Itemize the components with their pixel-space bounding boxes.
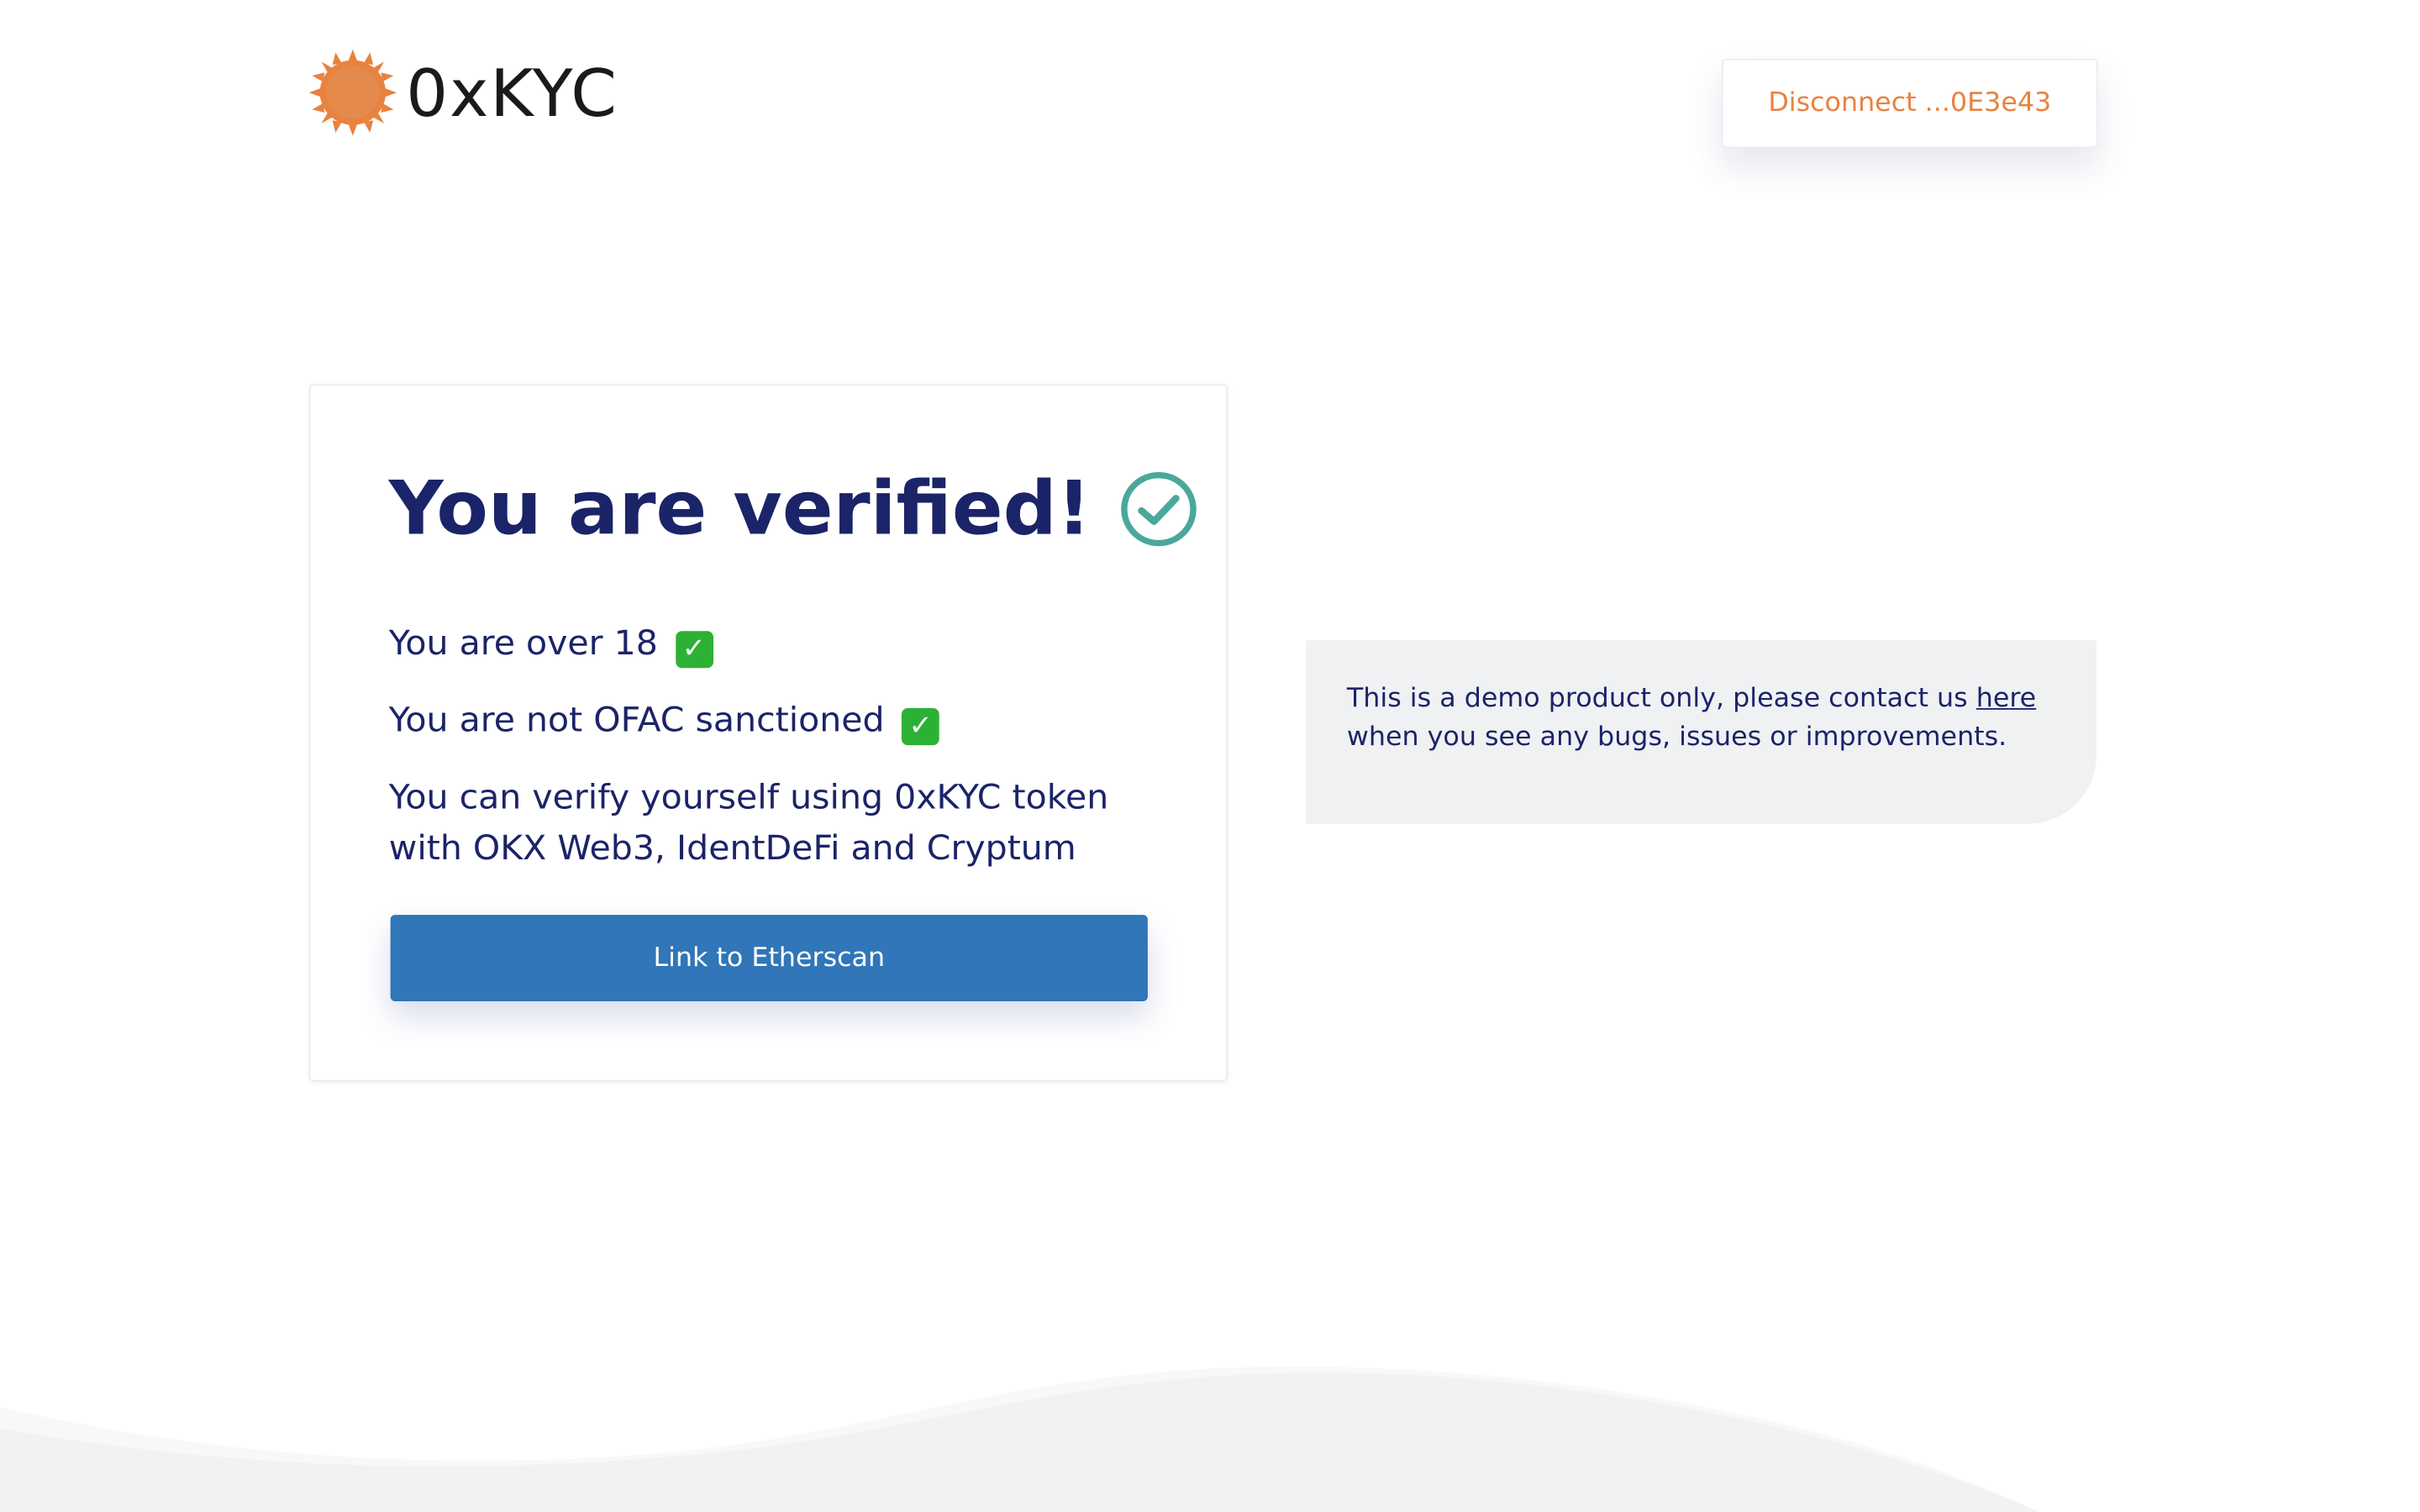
sun-icon: [308, 49, 397, 136]
disconnect-button[interactable]: Disconnect ...0E3e43: [1721, 58, 2098, 149]
verify-description: You can verify yourself using 0xKYC toke…: [388, 779, 1109, 869]
verification-card: You are verified! You are over 18 ✓ You …: [308, 384, 1228, 1082]
check-mark-emoji: ✓: [675, 631, 713, 669]
check-ofac: You are not OFAC sanctioned ✓: [389, 696, 939, 747]
title-text: You are verified!: [388, 465, 1092, 553]
page: 0xKYC Disconnect ...0E3e43 You are verif…: [0, 0, 2419, 1512]
notice-text-after: when you see any bugs, issues or improve…: [1346, 722, 2007, 753]
check-ofac-text: You are not OFAC sanctioned: [388, 701, 885, 741]
demo-notice: This is a demo product only, please cont…: [1306, 640, 2096, 824]
check-over-18: You are over 18 ✓: [389, 619, 713, 670]
check-circle-icon: [1120, 472, 1197, 547]
page-title: You are verified!: [389, 466, 1198, 553]
etherscan-link-button[interactable]: Link to Etherscan: [390, 915, 1148, 1002]
footer-wave: [0, 1366, 2039, 1512]
logo-text: 0xKYC: [406, 55, 618, 131]
notice-text-before: This is a demo product only, please cont…: [1346, 683, 1976, 715]
logo[interactable]: 0xKYC: [308, 49, 618, 136]
check-mark-emoji: ✓: [902, 708, 939, 746]
check-over-18-text: You are over 18: [388, 624, 658, 664]
contact-link[interactable]: here: [1976, 684, 2036, 715]
